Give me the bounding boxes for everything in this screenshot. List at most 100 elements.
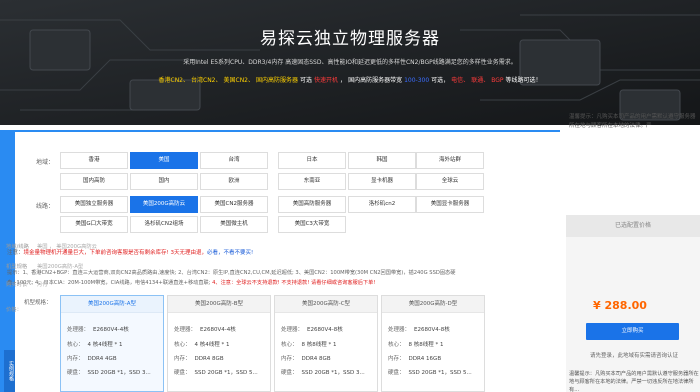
hero-highlight-segment: 国内高防服务器 <box>256 77 299 84</box>
spec-line: 内存： DDR4 8GB <box>281 354 331 362</box>
summary-value: 美国200G高防-A型 <box>37 264 84 270</box>
hero-highlight-segment: 联通、 <box>471 77 490 84</box>
spec-key: 硬盘： <box>67 370 84 376</box>
price-label: 价格： <box>6 307 22 313</box>
region-label: 地域： <box>36 159 55 166</box>
spec-line: 核心： 4 核4线程 * 1 <box>174 340 230 348</box>
spec-value: DDR4 8GB <box>301 356 331 362</box>
spec-value: E2680V4-4核 <box>93 327 129 333</box>
line-option[interactable]: 美国显卡服务器 <box>416 196 484 213</box>
summary-value: 美国 ， 美国200G高防云 <box>37 244 97 250</box>
hero-banner: 易探云独立物理服务器 采用Intel E5系列CPU、DDR3/4内存 高速固态… <box>0 0 700 125</box>
spec-key: 硬盘： <box>281 370 298 376</box>
region-option[interactable]: 全球云 <box>416 173 484 190</box>
spec-card-title: 美国200G高防-C型 <box>275 296 377 313</box>
spec-value: DDR4 4GB <box>87 356 117 362</box>
line-option[interactable]: 美国200G高防云 <box>130 196 198 213</box>
hero-highlight-segment: 等线路可选！ <box>505 77 542 84</box>
hero-highlight-segment: ， <box>340 77 347 84</box>
line-option[interactable]: 美国微主机 <box>200 216 268 233</box>
summary-row-region: 地域/线路 美国 ， 美国200G高防云 <box>6 242 97 250</box>
spec-key: 核心： <box>281 342 298 348</box>
notice-label: 注意： <box>7 250 24 256</box>
region-option[interactable]: 欧洲 <box>200 173 268 190</box>
spec-line: 核心： 8 核8线程 * 1 <box>388 340 444 348</box>
line-option[interactable]: 美国高防服务器 <box>278 196 346 213</box>
panel-top-tip: 温馨提示：凡购买本司产品的用户需默认遵守服务器所在地与顾客所在本地的法律。严 <box>569 114 696 129</box>
region-option[interactable]: 海外站群 <box>416 152 484 169</box>
spec-card[interactable]: 美国200G高防-A型处理器： E2680V4-4核 核心： 4 核4线程 * 1 内存… <box>60 295 164 392</box>
line-option[interactable]: 洛杉矶CN2组场 <box>130 216 198 233</box>
line-option[interactable]: 美国CN2服务器 <box>200 196 268 213</box>
spec-value: E2680V4-8核 <box>414 327 450 333</box>
spec-line: 核心： 4 核4线程 * 1 <box>67 340 123 348</box>
spec-value: 8 核8线程 * 1 <box>301 342 337 348</box>
login-note[interactable]: 请先登录，此地域有实需请咨询认证 <box>590 351 678 359</box>
summary-row-duration: 购买时长 月付 <box>6 280 48 288</box>
region-option[interactable]: 国内 <box>130 173 198 190</box>
spec-key: 处理器： <box>388 327 411 333</box>
spec-key: 内存： <box>67 356 84 362</box>
region-option[interactable]: 显卡机器 <box>348 173 416 190</box>
spec-value: 4 核4线程 * 1 <box>87 342 123 348</box>
spec-line: 处理器： E2680V4-4核 <box>174 325 236 333</box>
panel-header: 已选配置价格 <box>566 215 700 237</box>
line-option[interactable]: 美国G口大带宽 <box>60 216 128 233</box>
tips-line-2-warning: 4、注意：全球云不支持退款! 不支持退款! 请看仔细或咨询客服后下单! <box>212 280 376 286</box>
region-option[interactable]: 香港 <box>60 152 128 169</box>
hero-highlight-segment: 台湾CN2、 <box>191 77 222 84</box>
hero-highlight-segment: 可选， <box>431 77 450 84</box>
spec-key: 处理器： <box>281 327 304 333</box>
spec-key: 内存： <box>388 356 405 362</box>
spec-card[interactable]: 美国200G高防-C型 处理器： E2680V4-8核 核心： 8 核8线程 * 1 内存… <box>274 295 378 392</box>
spec-line: 内存： DDR4 8GB <box>174 354 224 362</box>
region-option[interactable]: 国内高防 <box>60 173 128 190</box>
summary-row-model: 机型规格 美国200G高防-A型 <box>6 262 83 270</box>
spec-card[interactable]: 美国200G高防-D型处理器： E2680V4-8核核心： 8 核8线程 * 1 内存… <box>381 295 485 392</box>
region-option[interactable]: 台湾 <box>200 152 268 169</box>
hero-title: 易探云独立物理服务器 <box>260 29 440 49</box>
tips-label: 提示： <box>7 270 23 276</box>
line-option[interactable]: 洛杉矶cn2 <box>348 196 416 213</box>
spec-card-title: 美国200G高防-B型 <box>168 296 270 313</box>
spec-key: 硬盘： <box>174 370 191 376</box>
spec-line: 处理器： E2680V4-8核 <box>281 325 343 333</box>
spec-card[interactable]: 美国200G高防-B型 处理器： E2680V4-4核 核心： 4 核4线程 * 1 内存… <box>167 295 271 392</box>
panel-bottom-tip: 温馨提示：凡购买本司产品的用户需默认遵守服务器所在地与顾客所在本地的法律。严禁一… <box>569 371 699 392</box>
region-option[interactable]: 美国 <box>130 152 198 169</box>
spec-value: E2680V4-4核 <box>200 327 236 333</box>
spec-line: 硬盘： SSD 20GB *1，SSD 5... <box>388 368 472 376</box>
hero-description: 采用Intel E5系列CPU、DDR3/4内存 高速固态SSD、高性能IO和延… <box>183 59 517 66</box>
hero-highlight-segment: 美国CN2、 <box>223 77 255 84</box>
notice-link[interactable]: 必看，不看不要买! <box>207 250 253 256</box>
region-option[interactable]: 韩国 <box>348 152 416 169</box>
line-option[interactable]: 美国C3大带宽 <box>278 216 346 233</box>
spec-card-title: 美国200G高防-A型 <box>61 296 163 313</box>
spec-key: 处理器： <box>174 327 197 333</box>
spec-key: 硬盘： <box>388 370 405 376</box>
summary-value: 月付 <box>37 282 48 288</box>
spec-line: 内存： DDR4 4GB <box>67 354 117 362</box>
spec-value: E2680V4-8核 <box>307 327 343 333</box>
spec-line: 处理器： E2680V4-4核 <box>67 325 129 333</box>
buy-now-button[interactable]: 立即购买 <box>586 323 679 340</box>
line-option[interactable]: 美国独立服务器 <box>60 196 128 213</box>
hero-highlight-segment: BGP <box>491 77 504 84</box>
summary-key: 购买时长 <box>6 282 28 288</box>
line-label: 线路： <box>36 203 55 210</box>
hero-highlight-segment: 可选 <box>300 77 313 84</box>
notice-red-text: 境金量物理机开通量巨大，下单前咨询客服是否有剩余库存! 3天无理由退， <box>23 250 207 256</box>
summary-key: 地域/线路 <box>6 244 29 250</box>
region-option[interactable]: 东南亚 <box>278 173 346 190</box>
hero-highlight-segment: 国内高防服务器带宽 <box>348 77 403 84</box>
region-option[interactable]: 日本 <box>278 152 346 169</box>
hero-highlight-segment: 快速开机 <box>314 77 339 84</box>
hero-highlight-segment: 香港CN2、 <box>158 77 190 84</box>
spec-key: 内存： <box>281 356 298 362</box>
spec-line: 核心： 8 核8线程 * 1 <box>281 340 337 348</box>
spec-value: SSD 20GB *1，SSD 3... <box>87 370 151 376</box>
price-value: ¥ 288.00 <box>593 299 647 312</box>
spec-line: 硬盘： SSD 20GB *1，SSD 3... <box>67 368 151 376</box>
spec-key: 核心： <box>174 342 191 348</box>
spec-card-title: 美国200G高防-D型 <box>382 296 484 313</box>
